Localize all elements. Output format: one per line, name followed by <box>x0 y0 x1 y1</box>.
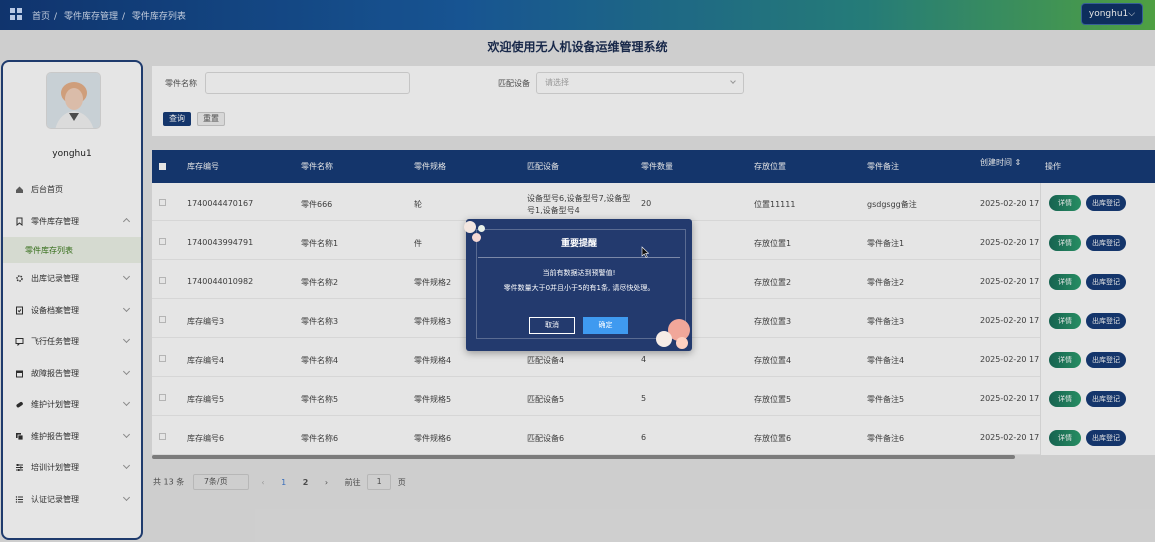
alert-dialog: 重要提醒 当前有数据达到预警值! 零件数量大于0并且小于5的有1条, 请尽快处理… <box>464 219 692 351</box>
dialog-title: 重要提醒 <box>560 239 597 249</box>
cancel-button[interactable]: 取消 <box>529 317 575 334</box>
mouse-cursor-icon <box>641 246 649 258</box>
dialog-divider <box>478 257 680 258</box>
dialog-message: 当前有数据达到预警值! <box>542 269 616 277</box>
dialog-detail: 零件数量大于0并且小于5的有1条, 请尽快处理。 <box>503 284 655 292</box>
confirm-button[interactable]: 确定 <box>583 317 628 334</box>
